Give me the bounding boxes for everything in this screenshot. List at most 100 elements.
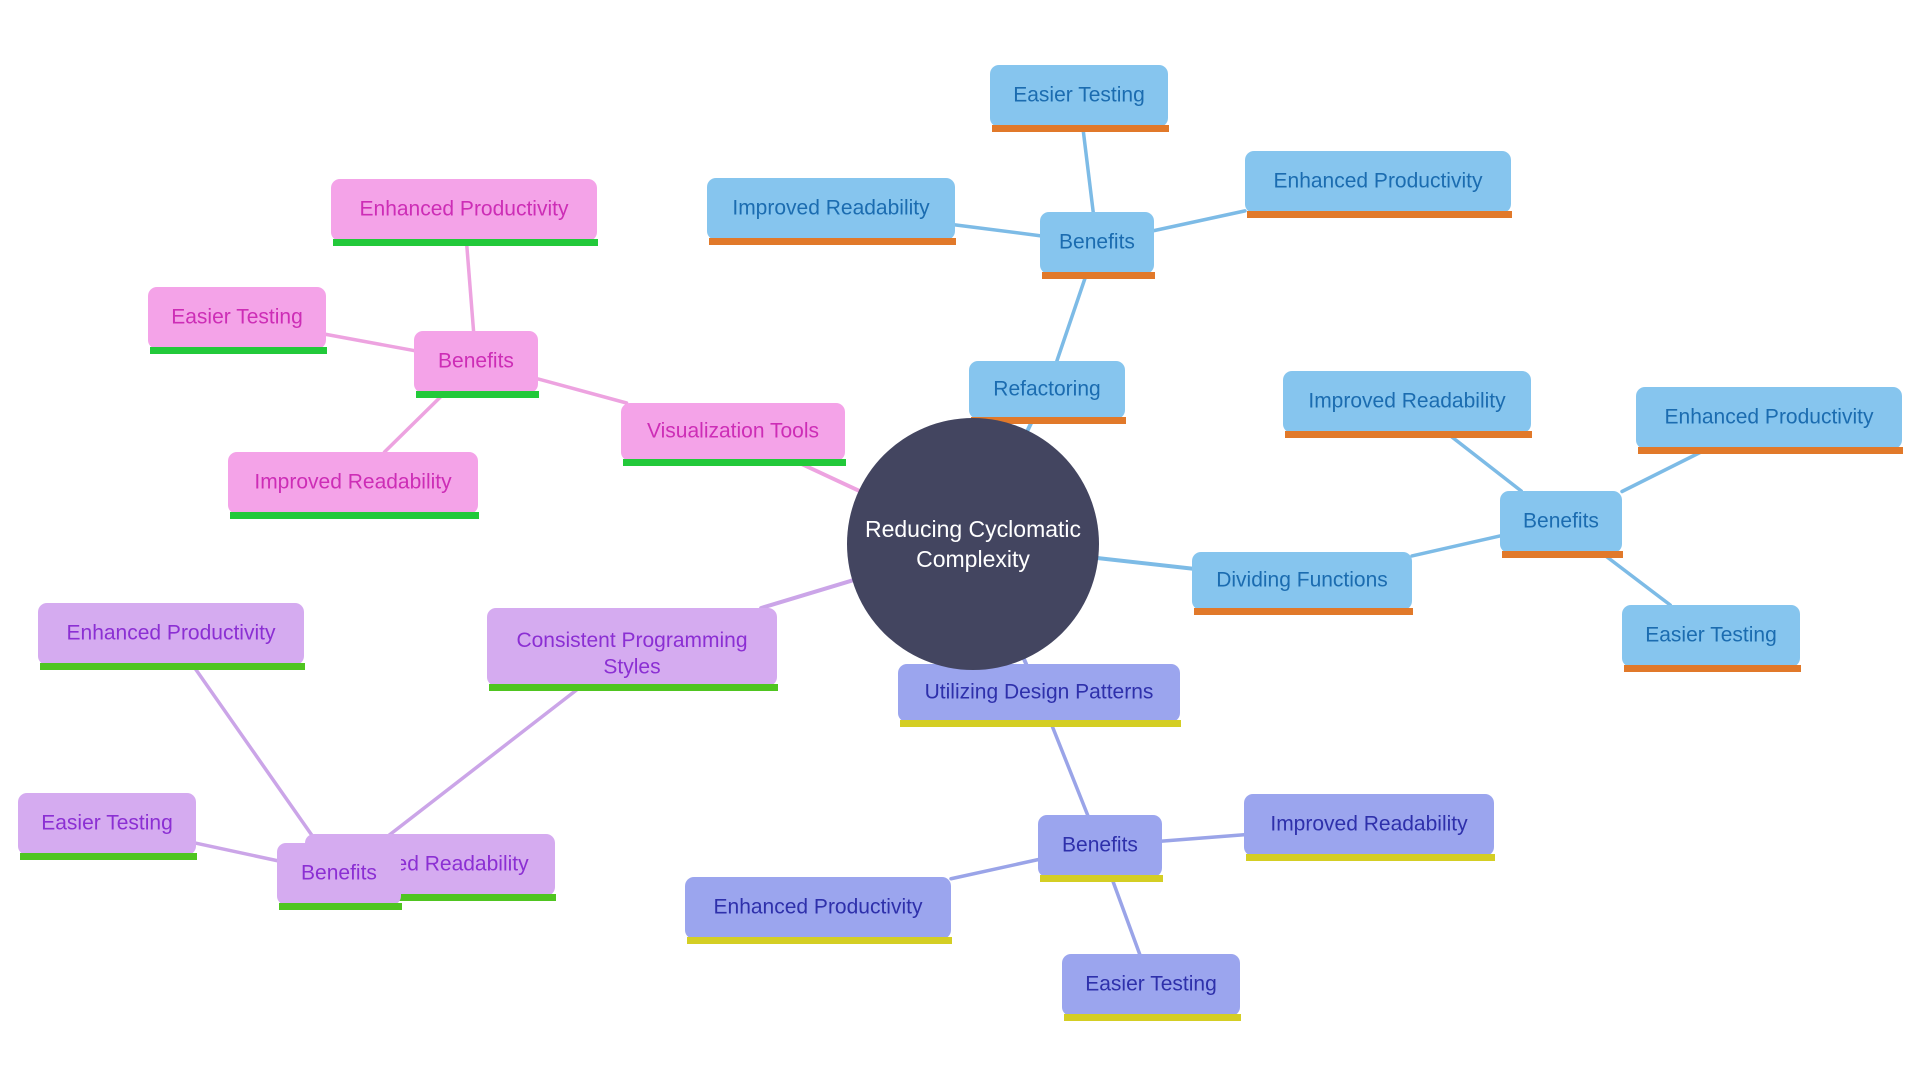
leaf-node-utilizing-design-patterns-easier-testing-2[interactable]: Easier Testing [1062, 954, 1241, 1021]
branch-node-visualization-tools-accent-underline [623, 459, 846, 466]
root-node-circle [847, 418, 1099, 670]
connector-line [382, 391, 447, 454]
branch-node-dividing-functions-accent-underline [1194, 608, 1413, 615]
leaf-node-visualization-tools-easier-testing-1-accent-underline [150, 347, 327, 354]
leaf-node-dividing-functions-enhanced-productivity-1[interactable]: Enhanced Productivity [1636, 387, 1903, 454]
leaf-node-visualization-tools-enhanced-productivity-0[interactable]: Enhanced Productivity [331, 179, 598, 246]
connector-line [1055, 272, 1089, 363]
leaf-node-utilizing-design-patterns-enhanced-productivity-1-accent-underline [687, 937, 952, 944]
leaf-node-consistent-programming-styles-easier-testing-1-label: Easier Testing [41, 812, 173, 835]
connector-line [1410, 534, 1502, 558]
connector-line [1600, 551, 1672, 607]
benefits-node-consistent-programming-styles[interactable]: Benefits [277, 843, 402, 910]
leaf-node-refactoring-enhanced-productivity-2[interactable]: Enhanced Productivity [1245, 151, 1512, 218]
leaf-node-consistent-programming-styles-easier-testing-1[interactable]: Easier Testing [18, 793, 197, 860]
benefits-node-dividing-functions[interactable]: Benefits [1500, 491, 1623, 558]
benefits-node-refactoring-label: Benefits [1059, 231, 1135, 254]
benefits-node-utilizing-design-patterns-label: Benefits [1062, 834, 1138, 857]
leaf-node-refactoring-easier-testing-0-label: Easier Testing [1013, 84, 1145, 107]
branch-node-utilizing-design-patterns-label: Utilizing Design Patterns [925, 681, 1154, 704]
connector-line [949, 857, 1040, 881]
leaf-node-visualization-tools-improved-readability-2[interactable]: Improved Readability [228, 452, 479, 519]
root-node-label-line: Complexity [916, 546, 1030, 572]
branch-node-refactoring-label: Refactoring [993, 378, 1100, 401]
connector-line [759, 578, 855, 610]
branch-node-dividing-functions[interactable]: Dividing Functions [1192, 552, 1413, 615]
leaf-node-refactoring-enhanced-productivity-2-label: Enhanced Productivity [1274, 170, 1483, 193]
leaf-node-dividing-functions-easier-testing-2-accent-underline [1624, 665, 1801, 672]
leaf-node-consistent-programming-styles-easier-testing-1-accent-underline [20, 853, 197, 860]
benefits-node-visualization-tools-accent-underline [416, 391, 539, 398]
connector-line [1620, 447, 1709, 494]
leaf-node-utilizing-design-patterns-easier-testing-2-label: Easier Testing [1085, 973, 1217, 996]
connector-line [324, 332, 416, 353]
branch-node-consistent-programming-styles-accent-underline [489, 684, 778, 691]
connector-line [1048, 720, 1090, 817]
connector-line [1081, 125, 1095, 214]
leaf-node-visualization-tools-improved-readability-2-label: Improved Readability [254, 471, 452, 494]
benefits-node-utilizing-design-patterns[interactable]: Benefits [1038, 815, 1163, 882]
connector-line [1109, 875, 1142, 956]
branch-node-utilizing-design-patterns-accent-underline [900, 720, 1181, 727]
connector-line [377, 684, 584, 845]
root-node-label-line: Reducing Cyclomatic [865, 516, 1081, 542]
mind-map-canvas: Easier Testing Improved Readability Enhanc… [0, 0, 1920, 1080]
benefits-node-visualization-tools-label: Benefits [438, 350, 514, 373]
branch-node-consistent-programming-styles-label-line: Styles [603, 655, 660, 678]
connector-line [1152, 209, 1247, 233]
benefits-node-utilizing-design-patterns-accent-underline [1040, 875, 1163, 882]
benefits-node-dividing-functions-accent-underline [1502, 551, 1623, 558]
connector-line [1445, 431, 1523, 493]
leaf-node-visualization-tools-improved-readability-2-accent-underline [230, 512, 479, 519]
leaf-node-utilizing-design-patterns-enhanced-productivity-1-label: Enhanced Productivity [714, 896, 923, 919]
leaf-node-dividing-functions-enhanced-productivity-1-label: Enhanced Productivity [1665, 406, 1874, 429]
benefits-node-visualization-tools[interactable]: Benefits [414, 331, 539, 398]
connector-line [464, 239, 476, 333]
connector-line [1096, 556, 1194, 571]
leaf-node-utilizing-design-patterns-improved-readability-0-accent-underline [1246, 854, 1495, 861]
branch-node-visualization-tools[interactable]: Visualization Tools [621, 403, 846, 466]
leaf-node-visualization-tools-enhanced-productivity-0-label: Enhanced Productivity [360, 198, 569, 221]
branch-node-visualization-tools-label: Visualization Tools [647, 420, 819, 443]
connector-line [1022, 657, 1029, 666]
branch-node-dividing-functions-label: Dividing Functions [1216, 569, 1388, 592]
leaf-node-refactoring-easier-testing-0-accent-underline [992, 125, 1169, 132]
benefits-node-refactoring-accent-underline [1042, 272, 1155, 279]
branch-node-refactoring[interactable]: Refactoring [969, 361, 1126, 424]
leaf-node-dividing-functions-easier-testing-2[interactable]: Easier Testing [1622, 605, 1801, 672]
leaf-node-utilizing-design-patterns-easier-testing-2-accent-underline [1064, 1014, 1241, 1021]
branch-node-consistent-programming-styles-label-line: Consistent Programming [516, 629, 747, 652]
leaf-node-utilizing-design-patterns-improved-readability-0[interactable]: Improved Readability [1244, 794, 1495, 861]
leaf-node-refactoring-improved-readability-1-accent-underline [709, 238, 956, 245]
connector-line [1160, 833, 1246, 843]
leaf-node-refactoring-enhanced-productivity-2-accent-underline [1247, 211, 1512, 218]
leaf-node-utilizing-design-patterns-enhanced-productivity-1[interactable]: Enhanced Productivity [685, 877, 952, 944]
branch-node-consistent-programming-styles[interactable]: Consistent Programming Styles [487, 608, 778, 691]
connector-line [190, 663, 320, 845]
leaf-node-refactoring-easier-testing-0[interactable]: Easier Testing [990, 65, 1169, 132]
leaf-node-refactoring-improved-readability-1-label: Improved Readability [732, 197, 930, 220]
leaf-node-consistent-programming-styles-enhanced-productivity-0-accent-underline [40, 663, 305, 670]
leaf-node-refactoring-improved-readability-1[interactable]: Improved Readability [707, 178, 956, 245]
benefits-node-dividing-functions-label: Benefits [1523, 510, 1599, 533]
connector-line [194, 841, 279, 863]
benefits-node-consistent-programming-styles-accent-underline [279, 903, 402, 910]
leaf-node-utilizing-design-patterns-improved-readability-0-label: Improved Readability [1270, 813, 1468, 836]
leaf-node-visualization-tools-enhanced-productivity-0-accent-underline [333, 239, 598, 246]
benefits-node-refactoring[interactable]: Benefits [1040, 212, 1155, 279]
root-node[interactable]: Reducing Cyclomatic Complexity [847, 418, 1099, 670]
connector-line [536, 377, 629, 405]
leaf-node-dividing-functions-improved-readability-0-accent-underline [1285, 431, 1532, 438]
leaf-node-consistent-programming-styles-enhanced-productivity-0[interactable]: Enhanced Productivity [38, 603, 305, 670]
mind-map-svg: Easier Testing Improved Readability Enhanc… [18, 65, 1903, 1021]
leaf-node-dividing-functions-improved-readability-0[interactable]: Improved Readability [1283, 371, 1532, 438]
branch-node-utilizing-design-patterns[interactable]: Utilizing Design Patterns [898, 664, 1181, 727]
leaf-node-dividing-functions-easier-testing-2-label: Easier Testing [1645, 624, 1777, 647]
leaf-node-dividing-functions-enhanced-productivity-1-accent-underline [1638, 447, 1903, 454]
leaf-node-consistent-programming-styles-enhanced-productivity-0-label: Enhanced Productivity [67, 622, 276, 645]
leaf-node-visualization-tools-easier-testing-1[interactable]: Easier Testing [148, 287, 327, 354]
leaf-node-visualization-tools-easier-testing-1-label: Easier Testing [171, 306, 303, 329]
benefits-node-consistent-programming-styles-label: Benefits [301, 862, 377, 885]
leaf-node-dividing-functions-improved-readability-0-label: Improved Readability [1308, 390, 1506, 413]
connector-line [953, 223, 1042, 238]
